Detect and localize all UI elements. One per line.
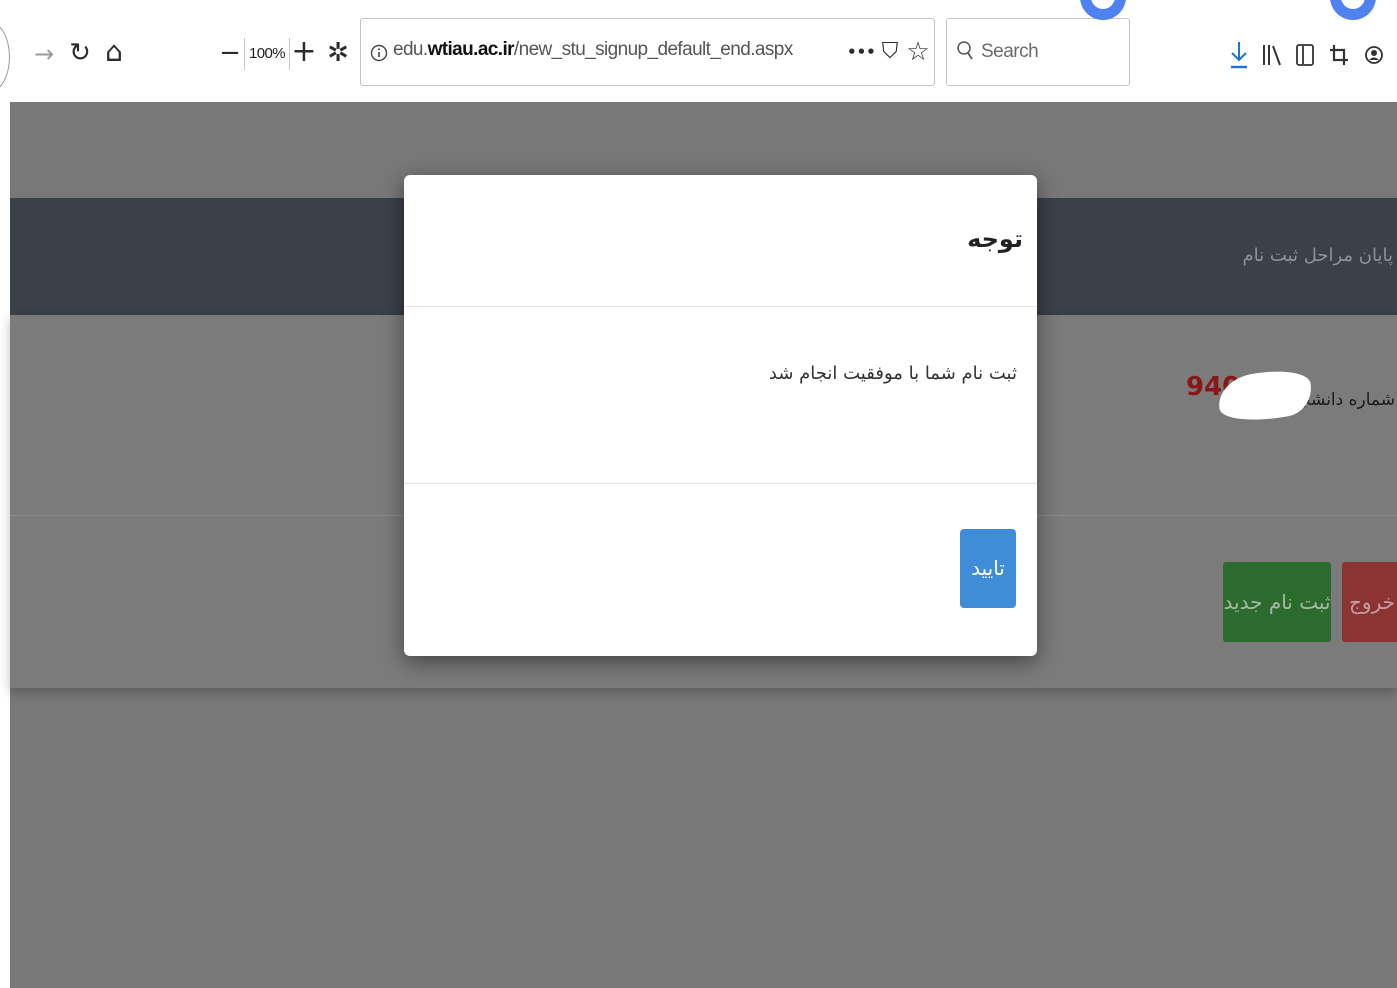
navbar-title: پایان مراحل ثبت نام [1242,245,1393,266]
url-domain: wtiau.ac.ir [427,39,515,60]
zoom-out-icon[interactable]: − [218,38,242,68]
info-icon[interactable] [370,44,388,62]
decorative-blue-arc-left [1080,0,1126,20]
screenshot-crop-icon[interactable] [1328,43,1350,67]
download-icon[interactable] [1229,40,1249,70]
modal-footer-divider [404,483,1037,484]
search-icon [957,41,973,60]
modal-header: توجه [404,175,1037,307]
search-bar[interactable]: Search [946,18,1130,86]
settings-icon[interactable]: ✲ [324,38,352,68]
browser-toolbar: → ↻ ⌂ − 100% + ✲ edu.wtiau.ac.ir/new_stu… [0,0,1397,103]
exit-button[interactable]: خروج [1342,562,1397,642]
zoom-in-icon[interactable]: + [290,37,318,67]
url-prefix: edu. [393,39,428,60]
zoom-level[interactable]: 100% [244,38,290,70]
new-signup-button[interactable]: ثبت نام جدید [1223,562,1331,642]
pocket-icon[interactable]: ⛉ [877,37,903,67]
page-left-margin [0,102,10,988]
notice-modal: توجه ثبت نام شما با موفقیت انجام شد تایی… [404,175,1037,656]
confirm-button[interactable]: تایید [960,529,1016,608]
decorative-blue-arc-right [1330,0,1376,20]
modal-message: ثبت نام شما با موفقیت انجام شد [768,363,1017,384]
url-text[interactable]: edu.wtiau.ac.ir/new_stu_signup_default_e… [393,39,793,61]
library-icon[interactable] [1261,43,1283,67]
sidebar-icon[interactable] [1295,43,1315,67]
home-icon[interactable]: ⌂ [100,37,128,67]
bookmark-star-icon[interactable]: ☆ [905,37,931,67]
forward-icon[interactable]: → [32,39,56,69]
search-placeholder: Search [981,41,1039,62]
url-path: /new_stu_signup_default_end.aspx [513,39,793,60]
account-icon[interactable] [1364,44,1384,68]
back-button-edge[interactable] [0,22,10,92]
page-actions-icon[interactable]: ••• [847,37,876,67]
reload-icon[interactable]: ↻ [66,38,94,68]
modal-title: توجه [967,225,1023,253]
address-bar[interactable]: edu.wtiau.ac.ir/new_stu_signup_default_e… [360,18,935,86]
